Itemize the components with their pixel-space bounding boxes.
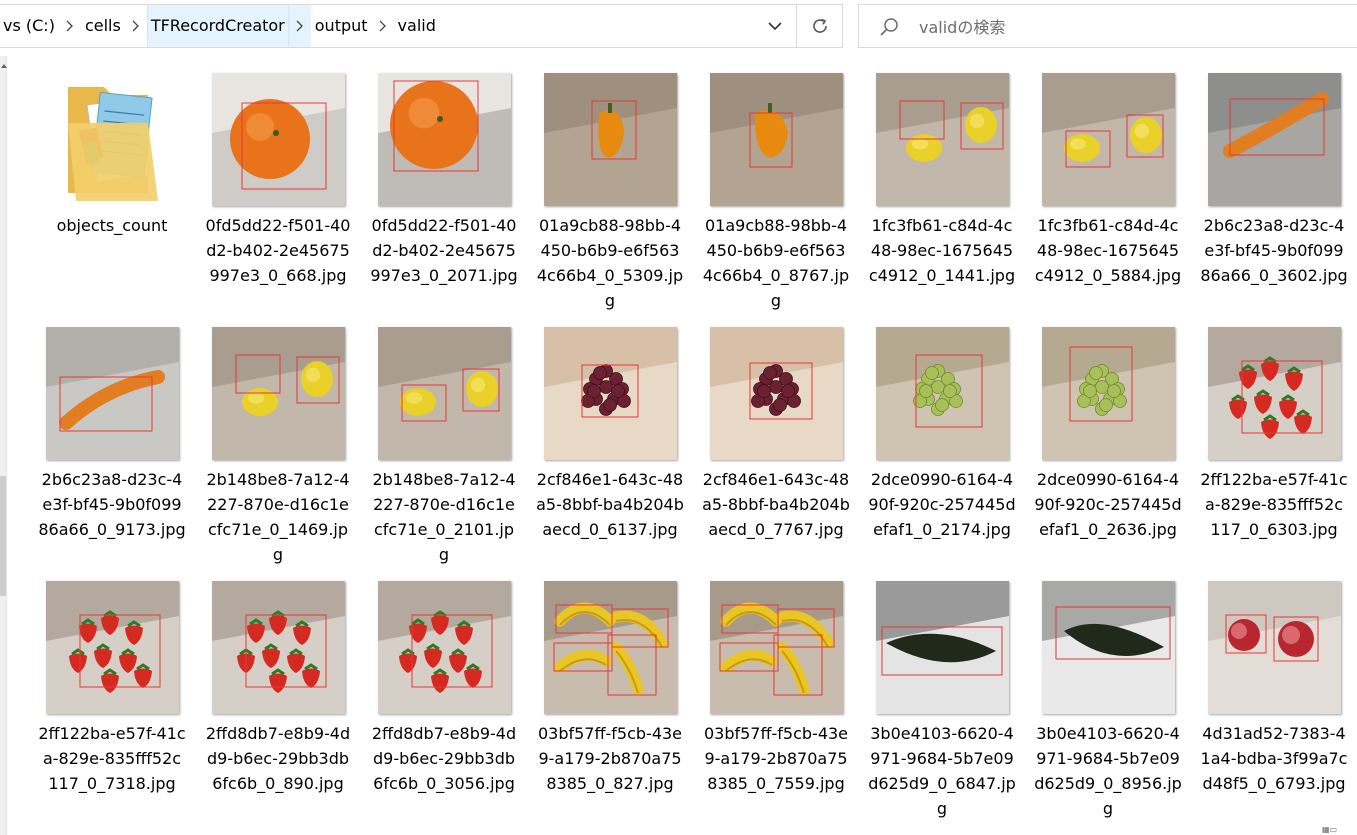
file-name: 01a9cb88-98bb-4450-b6b9-e6f5634c66b4_0_5… — [536, 216, 684, 310]
image-thumbnail — [544, 327, 677, 460]
file-name: 03bf57ff-f5cb-43e9-a179-2b870a758385_0_7… — [703, 724, 849, 793]
image-thumbnail — [710, 581, 843, 714]
file-item[interactable]: 2b6c23a8-d23c-4e3f-bf45-9b0f09986a66_0_3… — [1192, 73, 1348, 323]
image-thumbnail — [46, 581, 179, 714]
image-thumbnail — [378, 581, 511, 714]
folder-item[interactable]: objects_count — [30, 73, 180, 323]
file-name: 2b6c23a8-d23c-4e3f-bf45-9b0f09986a66_0_9… — [38, 470, 186, 539]
view-toggle-icon[interactable]: ▦▭ — [1322, 825, 1352, 835]
image-thumbnail — [1042, 327, 1175, 460]
file-item[interactable]: 2ff122ba-e57f-41ca-829e-835fff52c117_0_6… — [1192, 327, 1348, 577]
file-item[interactable]: 2ff122ba-e57f-41ca-829e-835fff52c117_0_7… — [30, 581, 186, 831]
file-item[interactable]: 3b0e4103-6620-4971-9684-5b7e09d625d9_0_6… — [860, 581, 1016, 831]
image-thumbnail — [1042, 73, 1175, 206]
file-item[interactable]: 0fd5dd22-f501-40d2-b402-2e45675997e3_0_2… — [362, 73, 518, 323]
file-name: 2ffd8db7-e8b9-4dd9-b6ec-29bb3db6fc6b_0_8… — [205, 724, 351, 793]
breadcrumb: vs (C:) cells TFRecordCreator output val… — [0, 5, 440, 47]
image-thumbnail — [544, 581, 677, 714]
search-input[interactable] — [917, 13, 1341, 41]
folder-icon — [68, 87, 158, 201]
image-thumbnail — [1042, 581, 1175, 714]
chevron-right-icon[interactable] — [288, 5, 311, 47]
breadcrumb-drive[interactable]: vs (C:) — [0, 5, 59, 47]
file-name: 2cf846e1-643c-48a5-8bbf-ba4b204baecd_0_7… — [702, 470, 850, 539]
breadcrumb-cells[interactable]: cells — [81, 5, 125, 47]
breadcrumb-output[interactable]: output — [311, 5, 372, 47]
chevron-down-icon[interactable] — [753, 5, 797, 47]
file-item[interactable]: 2b148be8-7a12-4227-870e-d16c1ecfc71e_0_1… — [196, 327, 350, 577]
file-name: 0fd5dd22-f501-40d2-b402-2e45675997e3_0_2… — [370, 216, 518, 285]
image-thumbnail — [544, 73, 677, 206]
file-item[interactable]: 01a9cb88-98bb-4450-b6b9-e6f5634c66b4_0_8… — [694, 73, 849, 323]
image-thumbnail — [876, 73, 1009, 206]
file-item[interactable]: 4d31ad52-7383-41a4-bdba-3f99a7cd48f5_0_6… — [1192, 581, 1347, 831]
image-thumbnail — [46, 327, 179, 460]
image-thumbnail — [1208, 327, 1341, 460]
file-item[interactable]: 2cf846e1-643c-48a5-8bbf-ba4b204baecd_0_7… — [694, 327, 850, 577]
scrollbar-thumb[interactable] — [0, 476, 6, 596]
file-name: 0fd5dd22-f501-40d2-b402-2e45675997e3_0_6… — [205, 216, 351, 285]
file-name: 2b6c23a8-d23c-4e3f-bf45-9b0f09986a66_0_3… — [1200, 216, 1348, 285]
breadcrumb-tfrecordcreator[interactable]: TFRecordCreator — [146, 5, 289, 47]
file-name: objects_count — [56, 216, 168, 235]
file-item[interactable]: 01a9cb88-98bb-4450-b6b9-e6f5634c66b4_0_5… — [528, 73, 683, 323]
image-thumbnail — [710, 73, 843, 206]
file-item[interactable]: 2b6c23a8-d23c-4e3f-bf45-9b0f09986a66_0_9… — [30, 327, 186, 577]
file-name: 2ff122ba-e57f-41ca-829e-835fff52c117_0_6… — [1200, 470, 1348, 539]
file-item[interactable]: 0fd5dd22-f501-40d2-b402-2e45675997e3_0_6… — [196, 73, 350, 323]
chevron-right-icon[interactable] — [125, 5, 147, 47]
file-item[interactable]: 03bf57ff-f5cb-43e9-a179-2b870a758385_0_8… — [528, 581, 682, 831]
file-name: 1fc3fb61-c84d-4c48-98ec-1675645c4912_0_5… — [1034, 216, 1182, 285]
scrollbar[interactable] — [0, 56, 7, 835]
file-item[interactable]: 3b0e4103-6620-4971-9684-5b7e09d625d9_0_8… — [1026, 581, 1182, 831]
image-thumbnail — [378, 73, 511, 206]
file-name: 03bf57ff-f5cb-43e9-a179-2b870a758385_0_8… — [537, 724, 683, 793]
search-box[interactable] — [858, 4, 1357, 48]
file-item[interactable]: 03bf57ff-f5cb-43e9-a179-2b870a758385_0_7… — [694, 581, 848, 831]
file-name: 1fc3fb61-c84d-4c48-98ec-1675645c4912_0_1… — [868, 216, 1016, 285]
search-icon — [879, 17, 899, 37]
toolbar: vs (C:) cells TFRecordCreator output val… — [0, 0, 1357, 56]
file-item[interactable]: 1fc3fb61-c84d-4c48-98ec-1675645c4912_0_1… — [860, 73, 1015, 323]
image-thumbnail — [1208, 581, 1341, 714]
scroll-up-icon[interactable] — [1, 64, 7, 68]
file-item[interactable]: 2ffd8db7-e8b9-4dd9-b6ec-29bb3db6fc6b_0_8… — [196, 581, 350, 831]
chevron-right-icon[interactable] — [372, 5, 394, 47]
folder-icon — [46, 73, 179, 206]
image-thumbnail — [876, 327, 1009, 460]
file-name: 3b0e4103-6620-4971-9684-5b7e09d625d9_0_6… — [868, 724, 1016, 818]
file-item[interactable]: 1fc3fb61-c84d-4c48-98ec-1675645c4912_0_5… — [1026, 73, 1181, 323]
breadcrumb-valid[interactable]: valid — [394, 5, 440, 47]
image-thumbnail — [212, 73, 345, 206]
file-item[interactable]: 2dce0990-6164-490f-920c-257445defaf1_0_2… — [860, 327, 1016, 577]
image-thumbnail — [710, 327, 843, 460]
image-thumbnail — [876, 581, 1009, 714]
file-name: 2ffd8db7-e8b9-4dd9-b6ec-29bb3db6fc6b_0_3… — [371, 724, 517, 793]
chevron-right-icon[interactable] — [59, 5, 81, 47]
file-item[interactable]: 2cf846e1-643c-48a5-8bbf-ba4b204baecd_0_6… — [528, 327, 684, 577]
address-bar[interactable]: vs (C:) cells TFRecordCreator output val… — [0, 4, 843, 48]
image-thumbnail — [212, 581, 345, 714]
image-thumbnail — [212, 327, 345, 460]
file-name: 2b148be8-7a12-4227-870e-d16c1ecfc71e_0_2… — [372, 470, 516, 564]
file-item[interactable]: 2dce0990-6164-490f-920c-257445defaf1_0_2… — [1026, 327, 1182, 577]
file-item[interactable]: 2ffd8db7-e8b9-4dd9-b6ec-29bb3db6fc6b_0_3… — [362, 581, 516, 831]
file-item[interactable]: 2b148be8-7a12-4227-870e-d16c1ecfc71e_0_2… — [362, 327, 516, 577]
file-name: 2dce0990-6164-490f-920c-257445defaf1_0_2… — [1034, 470, 1182, 539]
refresh-icon[interactable] — [797, 5, 843, 47]
file-name: 3b0e4103-6620-4971-9684-5b7e09d625d9_0_8… — [1034, 724, 1182, 818]
file-name: 2dce0990-6164-490f-920c-257445defaf1_0_2… — [868, 470, 1016, 539]
file-name: 01a9cb88-98bb-4450-b6b9-e6f5634c66b4_0_8… — [702, 216, 850, 310]
file-name: 2b148be8-7a12-4227-870e-d16c1ecfc71e_0_1… — [206, 470, 350, 564]
file-name: 2cf846e1-643c-48a5-8bbf-ba4b204baecd_0_6… — [536, 470, 684, 539]
file-name: 2ff122ba-e57f-41ca-829e-835fff52c117_0_7… — [38, 724, 186, 793]
image-thumbnail — [378, 327, 511, 460]
file-name: 4d31ad52-7383-41a4-bdba-3f99a7cd48f5_0_6… — [1200, 724, 1348, 793]
image-thumbnail — [1208, 73, 1341, 206]
